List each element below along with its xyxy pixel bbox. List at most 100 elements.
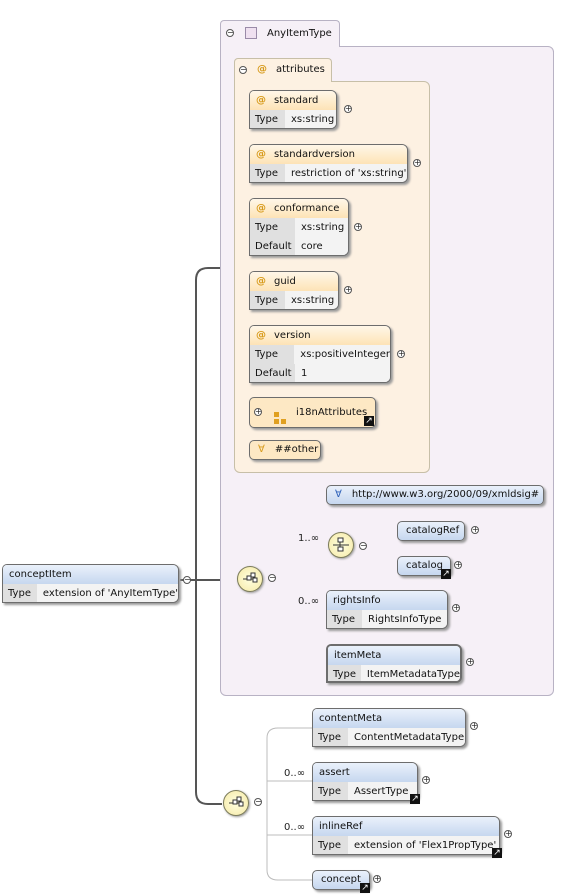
element-assert[interactable]: assert Type AssertType — [312, 762, 418, 801]
collapse-icon[interactable]: − — [268, 574, 276, 582]
root-element-conceptitem[interactable]: conceptItem Type extension of 'AnyItemTyp… — [2, 564, 179, 603]
element-name: catalog — [406, 560, 443, 571]
sequence-compositor-icon[interactable] — [223, 790, 249, 816]
row-key: Type — [3, 584, 37, 602]
expand-icon[interactable]: + — [354, 223, 362, 231]
expand-icon[interactable]: + — [504, 830, 512, 838]
element-rightsinfo[interactable]: rightsInfo Type RightsInfoType — [326, 590, 448, 629]
collapse-icon[interactable]: − — [254, 798, 262, 806]
row-value: RightsInfoType — [362, 610, 447, 628]
expand-icon[interactable]: + — [470, 722, 478, 730]
expand-icon[interactable]: + — [422, 776, 430, 784]
row-value: ItemMetadataType — [360, 665, 460, 681]
row-value: xs:string — [295, 218, 348, 237]
link-arrow-icon[interactable]: ↗ — [360, 883, 370, 893]
attribute-version[interactable]: @ version Type xs:positiveInteger Default 1 — [249, 325, 391, 383]
attribute-at-icon: @ — [256, 330, 266, 341]
attribute-name: standardversion — [274, 149, 355, 160]
attribute-name: version — [274, 330, 311, 341]
row-value: ContentMetadataType — [348, 728, 465, 746]
attribute-standardversion[interactable]: @ standardversion Type restriction of 'xs:… — [249, 144, 408, 183]
element-inlineref[interactable]: inlineRef Type extension of 'Flex1PropTyp… — [312, 816, 500, 855]
link-arrow-icon[interactable]: ↗ — [441, 569, 451, 579]
choice-occurrence: 1..∞ — [298, 533, 320, 544]
collapse-icon[interactable]: − — [226, 29, 234, 37]
attribute-header: @ conformance — [250, 199, 348, 218]
any-element-xmldsig[interactable]: ∀ http://www.w3.org/2000/09/xmldsig# — [326, 485, 544, 505]
row-value: AssertType — [348, 782, 417, 800]
element-header: itemMeta — [328, 646, 460, 665]
collapse-icon[interactable]: − — [239, 66, 247, 74]
any-wildcard-icon: ∀ — [258, 444, 265, 455]
attribute-name: guid — [274, 276, 296, 287]
attribute-guid[interactable]: @ guid Type xs:string — [249, 271, 339, 310]
link-arrow-icon[interactable]: ↗ — [364, 416, 374, 426]
element-header: assert — [313, 763, 417, 782]
element-contentmeta[interactable]: contentMeta Type ContentMetadataType — [312, 708, 466, 747]
attribute-at-icon: @ — [256, 149, 266, 160]
choice-compositor-icon[interactable] — [328, 532, 354, 558]
expand-icon[interactable]: + — [397, 350, 405, 358]
row-key: Default — [250, 237, 295, 255]
attribute-conformance[interactable]: @ conformance Type xs:string Default core — [249, 198, 349, 256]
element-name: concept — [321, 874, 361, 885]
row-key: Default — [250, 364, 295, 382]
expand-icon[interactable]: + — [471, 526, 479, 534]
expand-icon[interactable]: + — [344, 286, 352, 294]
any-attribute-label: ##other — [274, 444, 319, 455]
inlineref-occurrence: 0..∞ — [284, 822, 306, 833]
attribute-at-icon: @ — [257, 64, 267, 75]
assert-occurrence: 0..∞ — [284, 768, 306, 779]
row-key: Type — [250, 110, 285, 128]
row-key: Type — [250, 164, 285, 182]
expand-icon[interactable]: + — [466, 658, 474, 666]
attribute-standard[interactable]: @ standard Type xs:string — [249, 90, 337, 129]
expand-icon[interactable]: + — [344, 105, 352, 113]
attributes-tab: − @ attributes — [234, 58, 332, 82]
attribute-type-row: Type xs:string — [250, 218, 348, 237]
element-name: catalogRef — [406, 525, 460, 536]
attribute-at-icon: @ — [256, 95, 266, 106]
attribute-name: conformance — [274, 203, 340, 214]
row-value: xs:positiveInteger — [294, 345, 390, 364]
sequence-compositor-icon[interactable] — [237, 566, 263, 592]
link-arrow-icon[interactable]: ↗ — [492, 848, 502, 858]
row-value: restriction of 'xs:string' — [285, 164, 407, 182]
element-header: contentMeta — [313, 709, 465, 728]
any-wildcard-icon: ∀ — [335, 489, 342, 500]
attribute-type-row: Type xs:string — [250, 291, 338, 309]
attributes-label: attributes — [276, 64, 325, 75]
row-value: extension of 'AnyItemType' — [36, 584, 178, 602]
expand-icon[interactable]: + — [454, 561, 462, 569]
attribute-header: @ standard — [250, 91, 336, 110]
attribute-at-icon: @ — [256, 276, 266, 287]
attribute-default-row: Default 1 — [250, 364, 390, 382]
attribute-at-icon: @ — [256, 203, 266, 214]
expand-icon[interactable]: + — [413, 159, 421, 167]
attribute-type-row: Type xs:positiveInteger — [250, 345, 390, 364]
expand-icon[interactable]: + — [254, 408, 262, 416]
attribute-group-icon — [274, 407, 286, 424]
row-key: Type — [328, 665, 361, 681]
row-key: Type — [250, 291, 285, 309]
link-arrow-icon[interactable]: ↗ — [410, 794, 420, 804]
row-value: 1 — [295, 364, 390, 382]
element-catalogref[interactable]: catalogRef — [397, 521, 465, 541]
attribute-group-i18nattributes[interactable]: + i18nAttributes — [249, 397, 376, 428]
element-header: rightsInfo — [327, 591, 447, 610]
type-label: AnyItemType — [267, 28, 332, 39]
row-key: Type — [250, 345, 295, 364]
element-type-row: Type ContentMetadataType — [313, 728, 465, 746]
row-key: Type — [313, 728, 348, 746]
collapse-icon[interactable]: − — [359, 542, 367, 550]
attribute-header: @ guid — [250, 272, 338, 291]
element-itemmeta[interactable]: itemMeta Type ItemMetadataType — [326, 644, 462, 683]
attribute-header: @ version — [250, 326, 390, 345]
any-attribute[interactable]: ∀ ##other — [249, 440, 321, 460]
expand-icon[interactable]: + — [452, 604, 460, 612]
attribute-group-name: i18nAttributes — [296, 407, 368, 418]
element-header: inlineRef — [313, 817, 499, 836]
element-type-row: Type AssertType — [313, 782, 417, 800]
expand-icon[interactable]: + — [373, 875, 381, 883]
collapse-icon[interactable]: − — [183, 576, 191, 584]
